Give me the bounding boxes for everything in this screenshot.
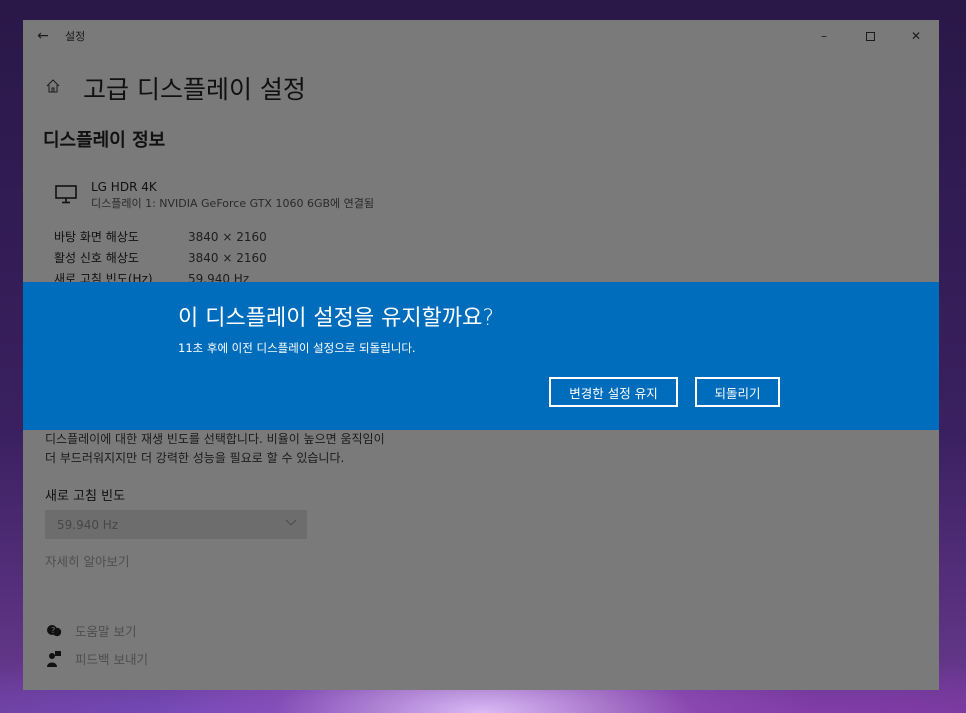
info-row: 활성 신호 해상도 3840 × 2160	[54, 247, 267, 268]
title-bar: ← 설정 – ✕	[23, 20, 939, 52]
keep-changes-button[interactable]: 변경한 설정 유지	[549, 377, 678, 407]
description-line: 더 부드러워지지만 더 강력한 성능을 필요로 할 수 있습니다.	[45, 451, 345, 465]
refresh-rate-selected: 59.940 Hz	[57, 517, 119, 532]
section-title: 디스플레이 정보	[43, 130, 166, 151]
maximize-icon	[865, 31, 875, 41]
monitor-subtitle: 디스플레이 1: NVIDIA GeForce GTX 1060 6GB에 연결…	[91, 197, 374, 210]
refresh-rate-label: 새로 고침 빈도	[45, 489, 126, 504]
monitor-name: LG HDR 4K	[91, 180, 157, 194]
minimize-icon: –	[821, 29, 827, 43]
learn-more-link[interactable]: 자세히 알아보기	[45, 551, 129, 570]
window-controls: – ✕	[801, 20, 939, 52]
refresh-rate-description: 디스플레이에 대한 재생 빈도를 선택합니다. 비율이 높으면 움직임이 더 부…	[45, 430, 475, 468]
monitor-info: LG HDR 4K 디스플레이 1: NVIDIA GeForce GTX 10…	[55, 180, 374, 211]
close-button[interactable]: ✕	[893, 20, 939, 52]
home-icon[interactable]	[45, 78, 69, 99]
description-line: 디스플레이에 대한 재생 빈도를 선택합니다. 비율이 높으면 움직임이	[45, 432, 385, 446]
feedback-icon	[45, 650, 63, 667]
keep-settings-dialog: 이 디스플레이 설정을 유지할까요? 11초 후에 이전 디스플레이 설정으로 …	[23, 282, 939, 430]
svg-text:?: ?	[51, 626, 55, 635]
monitor-icon	[55, 185, 77, 204]
help-label: 도움말 보기	[75, 624, 137, 639]
back-button[interactable]: ←	[23, 20, 63, 52]
close-icon: ✕	[910, 29, 922, 43]
info-row: 바탕 화면 해상도 3840 × 2160	[54, 226, 267, 247]
get-help-link[interactable]: ? 도움말 보기	[45, 621, 136, 640]
revert-button[interactable]: 되돌리기	[695, 377, 780, 407]
feedback-label: 피드백 보내기	[75, 652, 148, 667]
dialog-countdown: 11초 후에 이전 디스플레이 설정으로 되돌립니다.	[178, 341, 416, 355]
home-icon-svg	[46, 78, 60, 92]
dialog-title: 이 디스플레이 설정을 유지할까요?	[178, 306, 495, 331]
info-label: 활성 신호 해상도	[54, 251, 139, 265]
info-label: 바탕 화면 해상도	[54, 230, 139, 244]
send-feedback-link[interactable]: 피드백 보내기	[45, 649, 148, 668]
refresh-rate-dropdown[interactable]: 59.940 Hz	[45, 510, 307, 539]
help-chat-icon: ?	[45, 623, 63, 639]
info-value: 3840 × 2160	[188, 250, 267, 265]
chevron-down-icon	[285, 516, 297, 531]
minimize-button[interactable]: –	[801, 20, 847, 52]
page-header: 고급 디스플레이 설정	[45, 70, 306, 106]
page-title: 고급 디스플레이 설정	[83, 75, 306, 104]
settings-window: ← 설정 – ✕ 고급 디스플레이 설정 디스플레이 정보 LG HDR 4K …	[23, 20, 939, 690]
app-title: 설정	[65, 30, 86, 43]
display-info-table: 바탕 화면 해상도 3840 × 2160 활성 신호 해상도 3840 × 2…	[54, 226, 267, 289]
monitor-text: LG HDR 4K 디스플레이 1: NVIDIA GeForce GTX 10…	[91, 180, 374, 211]
back-arrow-icon: ←	[37, 28, 49, 44]
maximize-button[interactable]	[847, 20, 893, 52]
info-value: 3840 × 2160	[188, 229, 267, 244]
